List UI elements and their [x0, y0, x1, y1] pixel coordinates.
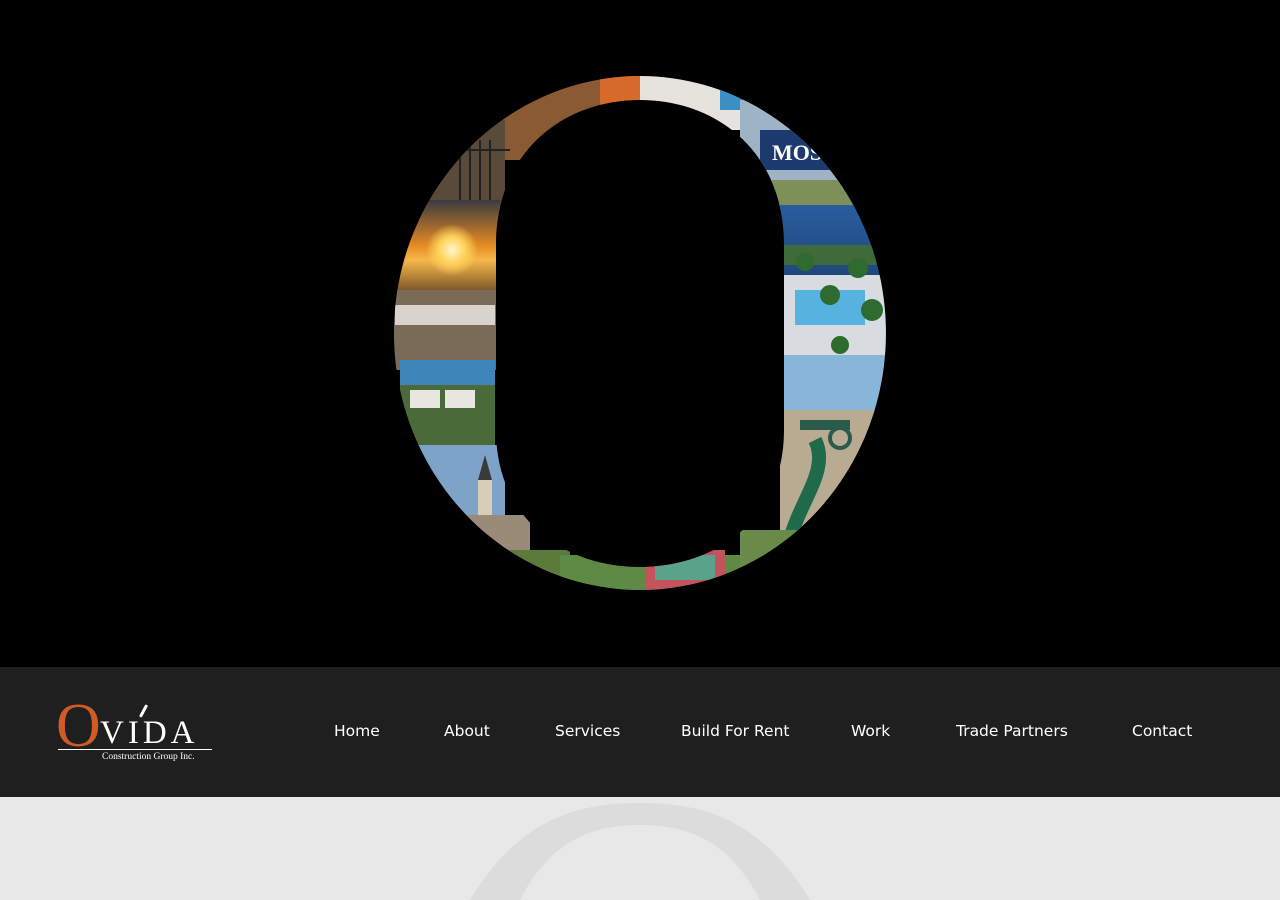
- nav-contact[interactable]: Contact: [1132, 722, 1192, 740]
- nav-home[interactable]: Home: [334, 722, 380, 740]
- decorative-o-watermark: [470, 803, 810, 900]
- main-navbar: O VIDA Construction Group Inc. Home Abou…: [0, 667, 1280, 797]
- nav-work[interactable]: Work: [851, 722, 890, 740]
- hero-section: MOS: [0, 0, 1280, 667]
- nav-build-for-rent[interactable]: Build For Rent: [681, 722, 790, 740]
- nav-about[interactable]: About: [444, 722, 490, 740]
- hero-o-photo-collage: MOS: [393, 76, 886, 590]
- sign-text: MOS: [772, 140, 822, 165]
- logo-underline: [58, 749, 212, 750]
- lower-section: [0, 797, 1280, 900]
- logo-tagline: Construction Group Inc.: [102, 752, 195, 762]
- nav-trade-partners[interactable]: Trade Partners: [956, 722, 1068, 740]
- logo-initial: O: [56, 692, 101, 760]
- nav-services[interactable]: Services: [555, 722, 620, 740]
- company-logo[interactable]: O VIDA Construction Group Inc.: [56, 695, 216, 767]
- logo-wordmark: VIDA: [100, 715, 199, 751]
- collage-images: MOS: [393, 76, 886, 590]
